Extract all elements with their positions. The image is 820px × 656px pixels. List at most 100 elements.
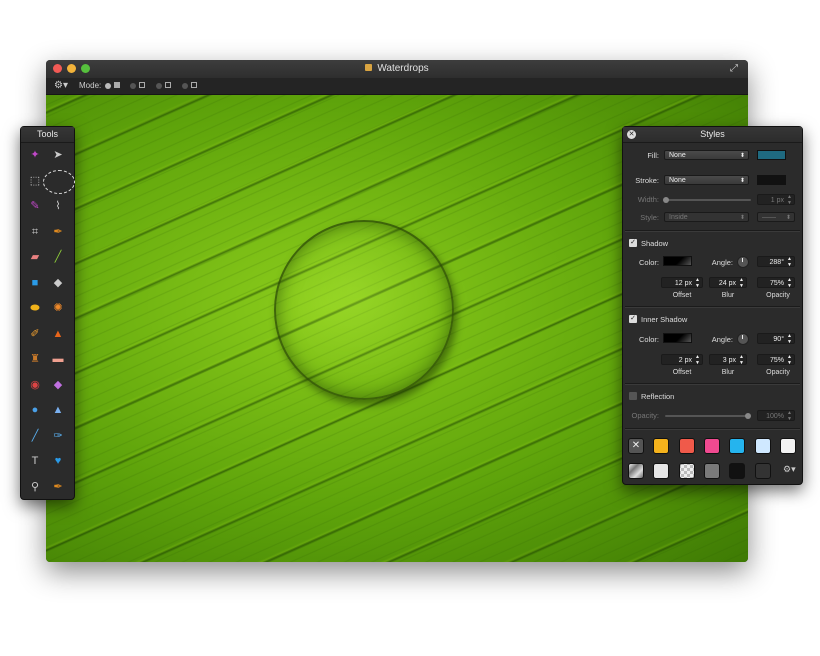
inner-shadow-blur-caption: Blur — [721, 369, 735, 376]
dash-style-select[interactable]: —— ⬍ — [757, 212, 795, 222]
style-preset-none-icon[interactable]: ✕ — [628, 438, 644, 454]
fullscreen-icon[interactable]: ⤢ — [730, 63, 741, 74]
fill-label: Fill: — [647, 151, 659, 160]
fill-select[interactable]: None ⬍ — [664, 150, 749, 160]
pen-tool-icon[interactable]: ✑ — [50, 428, 66, 444]
inner-shadow-opacity-field[interactable]: 75% ▲ ▼ — [757, 354, 795, 366]
smudge-tool-icon[interactable]: ✐ — [27, 326, 43, 342]
stepper-icon[interactable]: ▲ ▼ — [787, 333, 792, 345]
gear-icon[interactable]: ⚙▾ — [54, 80, 68, 91]
inner-shadow-color-swatch[interactable] — [663, 333, 692, 343]
burn-tool-icon[interactable]: ▲ — [50, 326, 66, 342]
inner-shadow-title: Inner Shadow — [641, 315, 688, 324]
width-slider-track[interactable] — [665, 199, 751, 201]
shadow-angle-dial[interactable] — [737, 256, 749, 268]
pencil-tool-icon[interactable]: ╱ — [50, 249, 66, 265]
gradient-tool-icon[interactable]: ⬬ — [27, 300, 43, 316]
style-label: Style: — [640, 213, 659, 222]
shape-tool-icon[interactable]: ■ — [27, 275, 43, 291]
style-preset-red[interactable] — [678, 438, 695, 454]
sponge-tool-icon[interactable]: ◆ — [50, 377, 66, 393]
sharpen-tool-icon[interactable]: ▲ — [50, 402, 66, 418]
waterdrop-ellipse-shape[interactable] — [274, 220, 454, 400]
style-preset-dark[interactable] — [754, 463, 771, 479]
shadow-color-label: Color: — [638, 258, 659, 267]
eyedropper-tool-icon[interactable]: ✒ — [50, 224, 66, 240]
style-preset-silver[interactable] — [653, 463, 670, 479]
stamp-tool-icon[interactable]: ♜ — [27, 351, 43, 367]
style-preset-white[interactable] — [779, 438, 796, 454]
paint-bucket-tool-icon[interactable]: ◆ — [50, 275, 66, 291]
rect-select-tool-icon[interactable]: ⬚ — [27, 173, 43, 189]
inner-shadow-blur-field[interactable]: 3 px ▲ ▼ — [709, 354, 747, 366]
stepper-icon[interactable]: ▲ ▼ — [739, 354, 744, 366]
inner-shadow-offset-field[interactable]: 2 px ▲ ▼ — [661, 354, 703, 366]
shadow-color-swatch[interactable] — [663, 256, 692, 266]
stepper-icon[interactable]: ▲ ▼ — [695, 277, 700, 289]
stepper-icon[interactable]: ▲ ▼ — [739, 277, 744, 289]
shadow-checkbox[interactable]: ✓ — [629, 239, 637, 247]
red-eye-tool-icon[interactable]: ◉ — [27, 377, 43, 393]
zoom-tool-icon[interactable]: ⚲ — [27, 479, 43, 495]
stroke-select[interactable]: None ⬍ — [664, 175, 749, 185]
toolbar: ⚙▾ Mode: — [46, 78, 748, 95]
stepper-icon[interactable]: ▲ ▼ — [695, 354, 700, 366]
brush-select-tool-icon[interactable]: ✎ — [27, 198, 43, 214]
width-slider-knob[interactable] — [663, 197, 669, 203]
stepper-icon[interactable]: ▲ ▼ — [787, 277, 792, 289]
color-picker-tool-icon[interactable]: ✒ — [50, 479, 66, 495]
blur-tool-icon[interactable]: ● — [27, 402, 43, 418]
lollipop-tool-icon[interactable]: ✺ — [50, 300, 66, 316]
gear-icon[interactable]: ⚙▾ — [783, 464, 796, 475]
stepper-icon[interactable]: ▲ ▼ — [787, 410, 792, 422]
move-tool-icon[interactable]: ➤ — [50, 147, 66, 163]
reflection-checkbox[interactable] — [629, 392, 637, 400]
magic-wand-tool-icon[interactable]: ✦ — [27, 147, 43, 163]
crop-tool-icon[interactable]: ⌗ — [27, 224, 43, 240]
line-tool-icon[interactable]: ╱ — [27, 428, 43, 444]
stroke-color-swatch[interactable] — [757, 175, 786, 185]
width-field[interactable]: 1 px ▲ ▼ — [757, 194, 795, 206]
mode-radio-intersect[interactable] — [182, 83, 188, 89]
shadow-angle-field[interactable]: 288° ▲ ▼ — [757, 256, 795, 268]
style-preset-gray[interactable] — [703, 463, 720, 479]
inner-shadow-checkbox[interactable]: ✓ — [629, 315, 637, 323]
stroke-style-select[interactable]: Inside ⬍ — [664, 212, 749, 222]
eraser-tool-icon[interactable]: ▰ — [27, 249, 43, 265]
shadow-blur-field[interactable]: 24 px ▲ ▼ — [709, 277, 747, 289]
stepper-icon[interactable]: ▲ ▼ — [787, 354, 792, 366]
style-preset-metal[interactable] — [628, 463, 644, 479]
inner-shadow-offset-caption: Offset — [672, 369, 692, 376]
reflection-opacity-field[interactable]: 100% ▲ ▼ — [757, 410, 795, 422]
fill-color-swatch[interactable] — [757, 150, 786, 160]
mode-radio-add[interactable] — [130, 83, 136, 89]
stepper-icon[interactable]: ▲ ▼ — [787, 194, 792, 206]
style-preset-black[interactable] — [729, 463, 746, 479]
inner-shadow-angle-field[interactable]: 90° ▲ ▼ — [757, 333, 795, 345]
text-tool-icon[interactable]: T — [27, 453, 43, 469]
shadow-opacity-field[interactable]: 75% ▲ ▼ — [757, 277, 795, 289]
style-preset-orange[interactable] — [653, 438, 670, 454]
stroke-value: None — [669, 177, 686, 184]
bandage-tool-icon[interactable]: ▬ — [50, 351, 66, 367]
reflection-opacity-slider-track[interactable] — [665, 415, 749, 417]
heart-shape-tool-icon[interactable]: ♥ — [50, 453, 66, 469]
divider — [625, 306, 800, 308]
shadow-offset-field[interactable]: 12 px ▲ ▼ — [661, 277, 703, 289]
reflection-opacity-slider-knob[interactable] — [745, 413, 751, 419]
style-preset-blue[interactable] — [729, 438, 746, 454]
lasso-tool-icon[interactable]: ⌇ — [50, 198, 66, 214]
inner-shadow-angle-dial[interactable] — [737, 333, 749, 345]
inner-shadow-opacity-value: 75% — [769, 357, 784, 364]
mode-radio-subtract[interactable] — [156, 83, 162, 89]
ellipse-select-tool-icon[interactable] — [43, 169, 75, 194]
style-preset-pink[interactable] — [703, 438, 720, 454]
stepper-icon[interactable]: ▲ ▼ — [787, 256, 792, 268]
reflection-opacity-value: 100% — [766, 413, 784, 420]
width-label: Width: — [637, 195, 659, 204]
mode-radio-new[interactable] — [105, 83, 111, 89]
style-preset-light-blue[interactable] — [754, 438, 771, 454]
stroke-label: Stroke: — [635, 176, 659, 185]
close-styles-panel-icon[interactable]: ✕ — [627, 130, 636, 139]
style-preset-checker[interactable] — [678, 463, 695, 479]
